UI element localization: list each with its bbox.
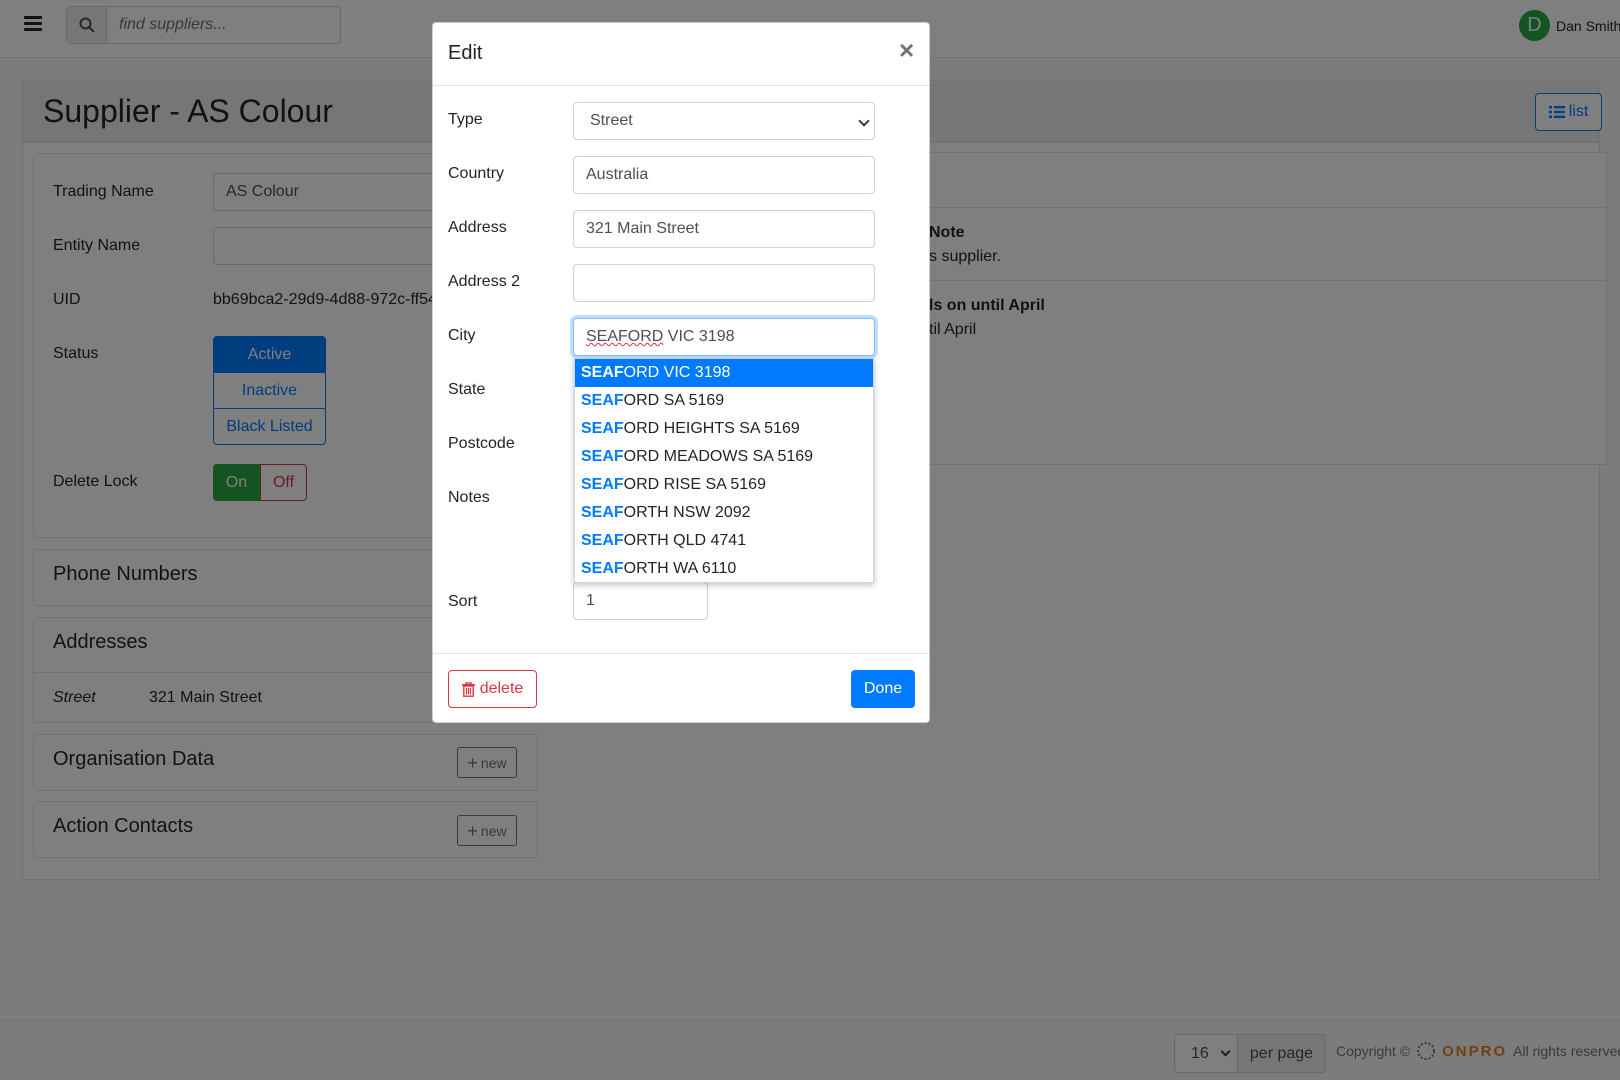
type-select[interactable]: Street	[573, 102, 875, 140]
type-label: Type	[448, 111, 483, 128]
close-icon[interactable]: ×	[899, 37, 914, 63]
address2-input[interactable]	[573, 264, 875, 302]
city-input-rest: VIC 3198	[663, 328, 735, 345]
country-input[interactable]: Australia	[573, 156, 875, 194]
edit-address-modal: Edit × Type Street Country Australia Add…	[432, 22, 930, 723]
delete-button[interactable]: delete	[448, 670, 537, 708]
city-label: City	[448, 327, 476, 344]
city-suggestion[interactable]: SEAFORD HEIGHTS SA 5169	[575, 415, 873, 443]
address2-label: Address 2	[448, 273, 521, 290]
trash-icon	[461, 681, 475, 697]
modal-footer: delete Done	[433, 653, 929, 724]
city-suggestion[interactable]: SEAFORTH WA 6110	[575, 555, 873, 583]
state-label: State	[448, 381, 486, 398]
address-label: Address	[448, 219, 507, 236]
city-suggestions-dropdown: SEAFORD VIC 3198 SEAFORD SA 5169 SEAFORD…	[574, 358, 874, 583]
country-label: Country	[448, 165, 505, 182]
modal-header: Edit ×	[433, 23, 929, 86]
postcode-label: Postcode	[448, 435, 515, 452]
city-suggestion[interactable]: SEAFORTH NSW 2092	[575, 499, 873, 527]
city-input-word: SEAFORD	[586, 328, 664, 345]
done-button[interactable]: Done	[851, 670, 915, 708]
city-suggestion[interactable]: SEAFORD MEADOWS SA 5169	[575, 443, 873, 471]
city-input[interactable]: SEAFORD VIC 3198	[573, 318, 875, 356]
type-select-value: Street	[590, 112, 633, 129]
sort-label: Sort	[448, 593, 478, 610]
city-suggestion[interactable]: SEAFORTH QLD 4741	[575, 527, 873, 555]
city-suggestion[interactable]: SEAFORD RISE SA 5169	[575, 471, 873, 499]
city-suggestion[interactable]: SEAFORD SA 5169	[575, 387, 873, 415]
delete-label: delete	[479, 680, 524, 697]
address-input[interactable]: 321 Main Street	[573, 210, 875, 248]
chevron-down-icon	[858, 115, 870, 127]
sort-input[interactable]: 1	[573, 582, 708, 620]
modal-title: Edit	[448, 42, 483, 64]
notes-label: Notes	[448, 489, 490, 506]
city-suggestion[interactable]: SEAFORD VIC 3198	[575, 359, 873, 387]
